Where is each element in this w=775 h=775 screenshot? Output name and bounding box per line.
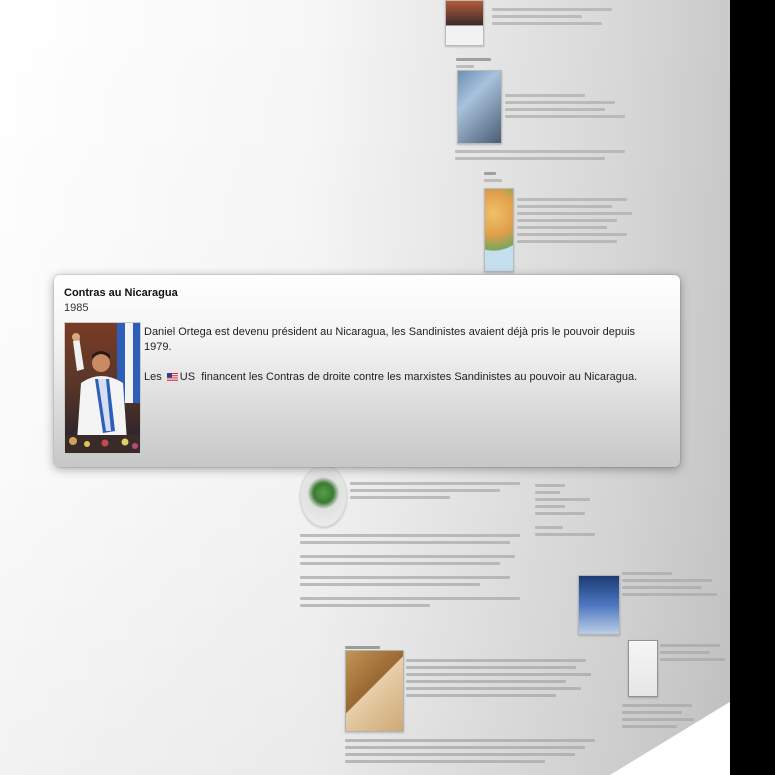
paragraph-2-prefix: Les [144,371,165,383]
thumbnail-map [484,188,514,272]
event-photo[interactable] [64,322,141,454]
thumbnail-building [578,575,620,635]
event-paragraph-1: Daniel Ortega est devenu président au Ni… [144,326,636,353]
thumbnail-newspaper [628,640,658,697]
faded-entry-text-2 [455,146,635,164]
event-photo-image [65,323,140,453]
thumbnail-protest [457,70,502,144]
faded-entry-text-4 [350,478,530,503]
event-description: Daniel Ortega est devenu président au Ni… [144,325,664,400]
faded-entry-heading [456,54,516,72]
faded-entry-top [492,4,632,29]
faded-entry-text-9 [406,655,606,701]
faded-entry-text-6 [622,568,722,600]
event-paragraph-2: Les US financent les Contras de droite c… [144,370,664,385]
event-title: Contras au Nicaragua [64,287,178,299]
faded-entry-text-3 [517,194,637,247]
faded-entry-text-10 [345,735,605,767]
faded-entry-heading-2 [484,168,524,186]
thumbnail-portrait [445,0,484,46]
faded-entry-text-7 [660,640,730,665]
faded-entry-text-5 [300,530,530,611]
backdrop [730,0,775,775]
faded-entry-heading-3 [345,642,405,660]
thumbnail-gavel [345,650,404,732]
faded-side-list [535,480,595,540]
thumbnail-globe [300,465,347,527]
us-flag-icon [166,373,178,381]
timeline-event-card[interactable]: Contras au Nicaragua 1985 Daniel Ortega … [54,275,680,467]
paragraph-2-flag-label: US [179,371,196,383]
event-year: 1985 [64,302,89,314]
paragraph-2-suffix: financent les Contras de droite contre l… [201,371,638,383]
faded-entry-text-8 [622,700,702,732]
faded-entry-text-1 [505,90,635,122]
timeline-screen: Contras au Nicaragua 1985 Daniel Ortega … [0,0,775,775]
